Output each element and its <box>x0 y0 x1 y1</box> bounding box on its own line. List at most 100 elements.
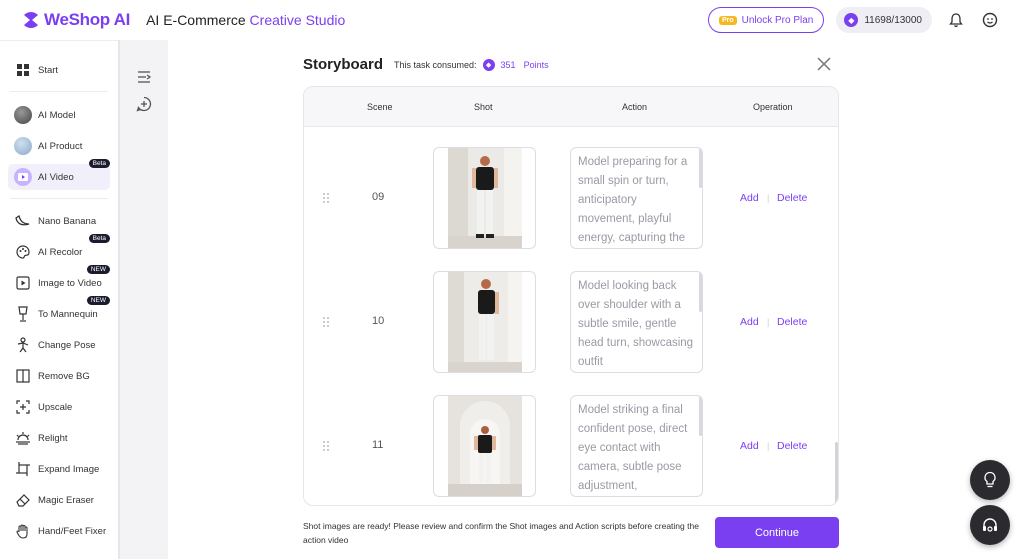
sidebar-item-start[interactable]: Start <box>8 57 110 83</box>
sidebar-item-ai-product[interactable]: AI Product <box>8 133 110 159</box>
action-text-field[interactable]: Model preparing for a small spin or turn… <box>570 147 703 249</box>
column-header-action: Action <box>622 102 648 112</box>
table-header: Scene Shot Action Operation <box>304 87 838 127</box>
sidebar-item-label: Image to Video <box>38 277 102 289</box>
sidebar-item-label: Hand/Feet Fixer <box>38 525 107 537</box>
sidebar-divider <box>10 91 108 92</box>
model-shot-image <box>448 396 522 496</box>
header-actions: Pro Unlock Pro Plan ◆ 11698/13000 <box>707 7 1000 33</box>
add-button[interactable]: Add <box>740 316 759 328</box>
bell-icon[interactable] <box>946 10 966 30</box>
sidebar-item-change-pose[interactable]: Change Pose <box>8 332 110 358</box>
sidebar-item-upscale[interactable]: Upscale <box>8 394 110 420</box>
sidebar-item-label: Magic Eraser <box>38 494 94 506</box>
scene-number: 10 <box>372 315 385 327</box>
top-bar: WeShop AI AI E-Commerce Creative Studio … <box>0 0 1024 40</box>
headset-icon <box>983 518 997 532</box>
sidebar-item-label: To Mannequin <box>38 308 98 320</box>
tips-button[interactable] <box>970 460 1010 500</box>
new-badge: NEW <box>86 265 110 274</box>
user-face-icon[interactable] <box>980 10 1000 30</box>
points-label: Points <box>523 60 549 70</box>
collapse-panel-icon[interactable] <box>136 69 152 85</box>
remove-bg-icon <box>14 367 32 385</box>
model-avatar <box>14 106 32 124</box>
sidebar-item-to-mannequin[interactable]: To Mannequin NEW <box>8 296 110 327</box>
sidebar-item-ai-model[interactable]: AI Model <box>8 102 110 128</box>
sidebar-item-label: AI Product <box>38 140 83 152</box>
close-icon[interactable] <box>817 57 831 71</box>
new-chat-icon[interactable] <box>136 96 152 112</box>
sidebar-item-ai-recolor[interactable]: AI Recolor Beta <box>8 234 110 265</box>
panel-strip <box>120 40 168 559</box>
unlock-pro-button[interactable]: Pro Unlock Pro Plan <box>707 7 825 33</box>
sidebar-divider <box>10 198 108 199</box>
storyboard-title: Storyboard <box>303 56 384 73</box>
delete-button[interactable]: Delete <box>777 316 807 328</box>
sidebar-item-hand-feet-fixer[interactable]: Hand/Feet Fixer <box>8 518 110 544</box>
sidebar-item-expand-image[interactable]: Expand Image <box>8 456 110 482</box>
grid-icon <box>14 61 32 79</box>
add-button[interactable]: Add <box>740 192 759 204</box>
sidebar-item-ai-video[interactable]: AI Video Beta <box>8 159 110 190</box>
sidebar-item-relight[interactable]: Relight <box>8 425 110 451</box>
operation-separator: | <box>767 441 770 451</box>
beta-badge: Beta <box>88 159 110 168</box>
logo-text: WeShop AI <box>44 10 131 29</box>
sidebar-item-label: AI Video <box>38 171 74 183</box>
app-title-accent: Creative Studio <box>249 12 346 28</box>
sidebar-item-nano-banana[interactable]: Nano Banana <box>8 208 110 234</box>
scene-number: 11 <box>372 439 384 451</box>
sidebar-item-magic-eraser[interactable]: Magic Eraser <box>8 487 110 513</box>
sidebar-item-label: Upscale <box>38 401 73 413</box>
upscale-icon <box>14 398 32 416</box>
drag-handle-icon[interactable] <box>322 316 330 328</box>
banana-icon <box>14 212 32 230</box>
action-text-field[interactable]: Model looking back over shoulder with a … <box>570 271 703 373</box>
sidebar-item-label: Relight <box>38 432 68 444</box>
points-value: 351 <box>500 60 516 70</box>
coin-icon: ◆ <box>844 13 859 27</box>
expand-icon <box>14 460 32 478</box>
points-consumed: This task consumed: ◆ 351 Points <box>394 59 549 71</box>
sidebar-item-remove-bg[interactable]: Remove BG <box>8 363 110 389</box>
pose-icon <box>14 336 32 354</box>
eraser-icon <box>14 491 32 509</box>
sidebar-item-label: Remove BG <box>38 370 90 382</box>
continue-button[interactable]: Continue <box>715 517 839 548</box>
beta-badge: Beta <box>88 234 110 243</box>
drag-handle-icon[interactable] <box>322 440 330 452</box>
sidebar-item-label: Nano Banana <box>38 215 97 227</box>
sidebar: Start AI Model AI Product AI Video Beta … <box>0 40 120 559</box>
operation-separator: | <box>767 317 770 327</box>
video-icon <box>14 168 32 186</box>
relight-icon <box>14 429 32 447</box>
action-text-field[interactable]: Model striking a final confident pose, d… <box>570 395 703 497</box>
sidebar-item-label: Start <box>38 64 59 76</box>
sidebar-item-label: Change Pose <box>38 339 96 351</box>
model-shot-image <box>448 148 522 248</box>
column-header-shot: Shot <box>474 102 493 112</box>
support-button[interactable] <box>970 505 1010 545</box>
shot-thumbnail[interactable] <box>433 395 536 497</box>
credits-counter[interactable]: ◆ 11698/13000 <box>836 7 932 33</box>
column-header-scene: Scene <box>367 102 393 112</box>
shot-thumbnail[interactable] <box>433 147 536 249</box>
table-row: 09 Model preparing for a small spin or t… <box>304 135 838 259</box>
logo[interactable]: WeShop AI <box>22 10 130 30</box>
column-header-operation: Operation <box>753 102 793 112</box>
storyboard-table: Scene Shot Action Operation 09 Model pre… <box>303 86 839 506</box>
mannequin-icon <box>14 305 32 323</box>
delete-button[interactable]: Delete <box>777 192 807 204</box>
add-button[interactable]: Add <box>740 440 759 452</box>
sidebar-item-image-to-video[interactable]: Image to Video NEW <box>8 265 110 296</box>
sidebar-item-label: Expand Image <box>38 463 100 475</box>
drag-handle-icon[interactable] <box>322 192 330 204</box>
palette-icon <box>14 243 32 261</box>
table-scrollbar[interactable] <box>835 442 838 505</box>
hand-icon <box>14 522 32 540</box>
shot-thumbnail[interactable] <box>433 271 536 373</box>
delete-button[interactable]: Delete <box>777 440 807 452</box>
storyboard-panel: Storyboard This task consumed: ◆ 351 Poi… <box>168 40 1024 559</box>
table-row: 10 Model looking back over shoulder with… <box>304 259 838 383</box>
